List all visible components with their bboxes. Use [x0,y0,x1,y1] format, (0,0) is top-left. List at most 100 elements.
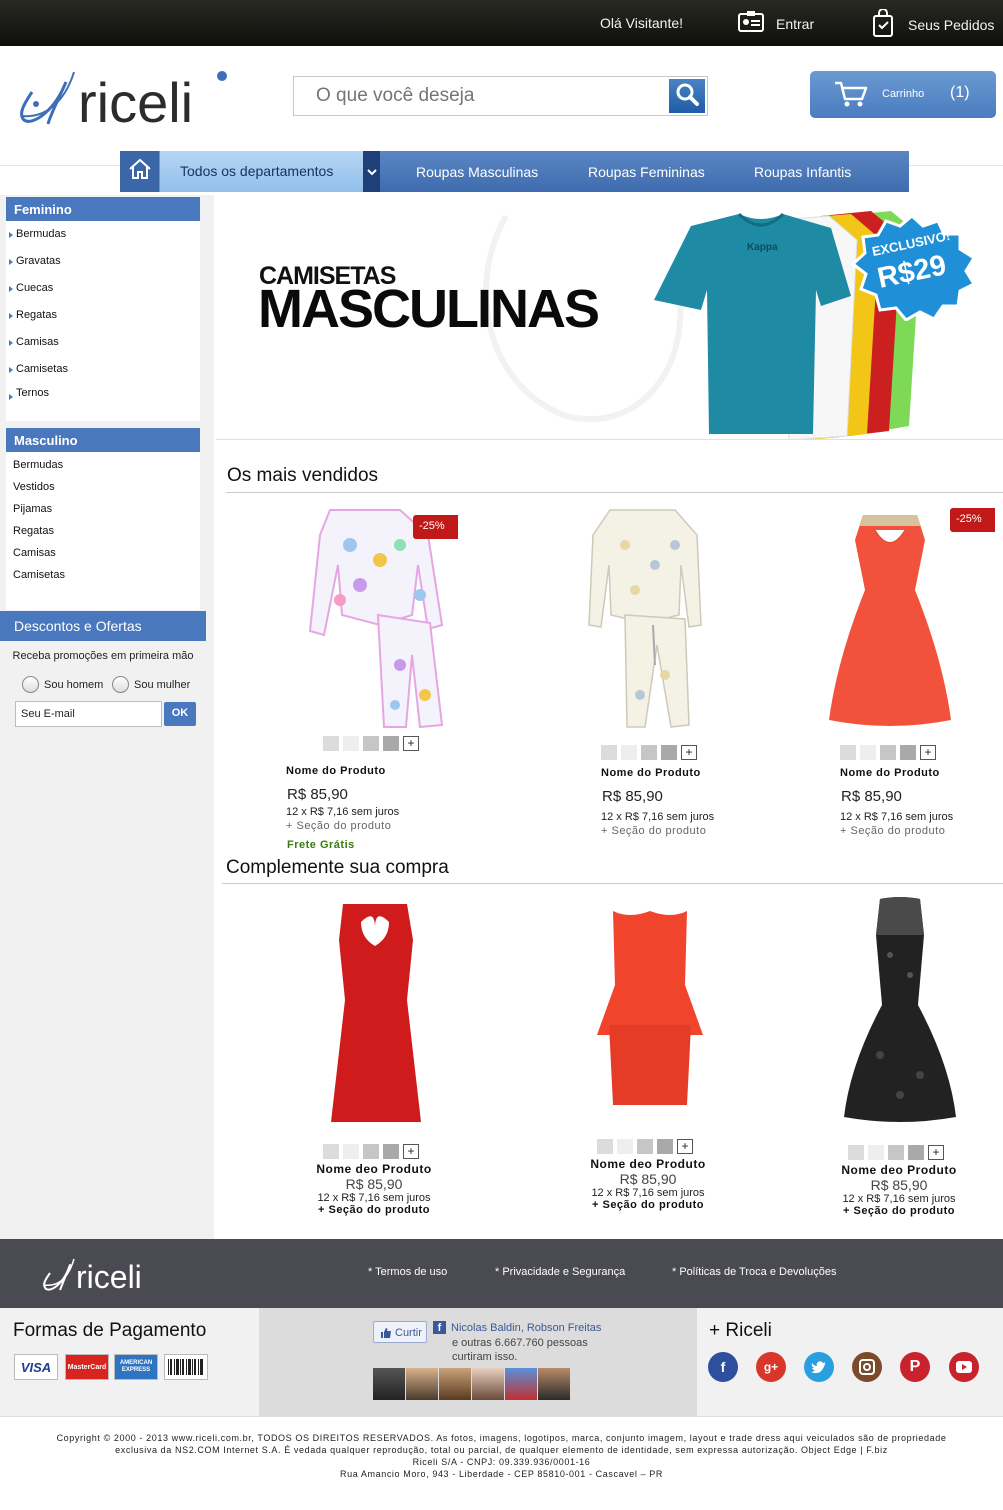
search-input[interactable] [294,77,664,115]
sidebar-item-camisetas[interactable]: Camisetas [6,566,200,588]
more-colors-button[interactable]: + [928,1145,944,1160]
product-section-link[interactable]: + Seção do produto [840,825,945,837]
color-swatch[interactable] [637,1139,653,1154]
fb-like-button[interactable]: Curtir [373,1321,427,1343]
footer-link-termos[interactable]: * Termos de uso [368,1266,447,1278]
riceli-logo[interactable]: riceli [14,64,234,135]
color-swatch[interactable] [860,745,876,760]
color-swatch[interactable] [617,1139,633,1154]
product-image[interactable] [595,905,705,1115]
all-departments-button[interactable]: Todos os departamentos [160,151,363,192]
ok-button[interactable]: OK [164,702,196,726]
twitter-icon[interactable] [804,1352,834,1382]
color-swatch[interactable] [880,745,896,760]
product-image[interactable] [825,510,955,730]
product-name[interactable]: Nome do Produto [286,765,386,777]
color-swatch[interactable] [597,1139,613,1154]
color-swatch[interactable] [868,1145,884,1160]
gender-female-radio[interactable]: Sou mulher [112,676,190,693]
footer-logo[interactable]: riceli [40,1255,160,1298]
promo-banner[interactable]: CAMISETAS MASCULINAS Kappa EXCLUSIVO! R$… [216,196,1003,440]
footer-link-privacidade[interactable]: * Privacidade e Segurança [495,1266,625,1278]
color-swatch[interactable] [621,745,637,760]
sidebar-item-gravatas[interactable]: Gravatas [6,252,200,279]
sidebar-item-camisas[interactable]: Camisas [6,333,200,360]
fb-friends-names[interactable]: Nicolas Baldin, Robson Freitas [451,1322,601,1334]
instagram-icon[interactable] [852,1352,882,1382]
radio-circle[interactable] [22,676,39,693]
sidebar-item-bermudas[interactable]: Bermudas [6,456,200,478]
search-box [293,76,708,116]
product-name[interactable]: Nome deo Produto [284,1162,464,1176]
more-colors-button[interactable]: + [677,1139,693,1154]
orders-link[interactable]: Seus Pedidos [872,8,994,40]
color-swatch[interactable] [908,1145,924,1160]
more-colors-button[interactable]: + [920,745,936,760]
product-name[interactable]: Nome deo Produto [809,1163,989,1177]
home-button[interactable] [120,151,160,192]
sidebar-item-vestidos[interactable]: Vestidos [6,478,200,500]
sidebar-item-regatas[interactable]: Regatas [6,306,200,333]
nav-item-roupas-femininas[interactable]: Roupas Femininas [588,164,705,180]
more-colors-button[interactable]: + [403,736,419,751]
product-name[interactable]: Nome do Produto [601,767,701,779]
color-swatch[interactable] [323,736,339,751]
color-swatch[interactable] [601,745,617,760]
product-section-link[interactable]: + Seção do produto [601,825,706,837]
sidebar-item-regatas[interactable]: Regatas [6,522,200,544]
email-field[interactable]: Seu E-mail [15,701,162,727]
color-swatch[interactable] [888,1145,904,1160]
product-name[interactable]: Nome do Produto [840,767,940,779]
color-swatch[interactable] [363,1144,379,1159]
product-image[interactable] [840,895,960,1125]
color-swatch[interactable] [661,745,677,760]
facebook-icon[interactable]: f [708,1352,738,1382]
nav-item-roupas-infantis[interactable]: Roupas Infantis [754,164,851,180]
avatar[interactable] [373,1368,405,1400]
product-section-link[interactable]: + Seção do produto [558,1199,738,1211]
radio-circle[interactable] [112,676,129,693]
footer-link-trocas[interactable]: * Políticas de Troca e Devoluções [672,1266,836,1278]
youtube-icon[interactable] [949,1352,979,1382]
product-image[interactable] [325,900,425,1130]
sidebar-item-ternos[interactable]: Ternos [6,387,200,409]
google-plus-icon[interactable]: g+ [756,1352,786,1382]
product-section-link[interactable]: + Seção do produto [286,820,391,832]
product-section-link[interactable]: + Seção do produto [284,1204,464,1216]
avatar[interactable] [472,1368,504,1400]
departments-dropdown[interactable] [363,151,380,192]
color-swatch[interactable] [383,1144,399,1159]
color-swatch[interactable] [383,736,399,751]
sidebar-item-pijamas[interactable]: Pijamas [6,500,200,522]
color-swatch[interactable] [363,736,379,751]
cart-button[interactable]: Carrinho (1) [810,71,996,118]
avatar[interactable] [406,1368,438,1400]
color-swatch[interactable] [343,736,359,751]
more-colors-button[interactable]: + [403,1144,419,1159]
nav-item-roupas-masculinas[interactable]: Roupas Masculinas [416,164,538,180]
sidebar-item-bermudas[interactable]: Bermudas [6,225,200,252]
product-image[interactable] [585,505,705,730]
color-swatch[interactable] [657,1139,673,1154]
gender-male-radio[interactable]: Sou homem [22,676,103,693]
color-swatch[interactable] [900,745,916,760]
pinterest-icon[interactable]: P [900,1352,930,1382]
amex-card: AMERICAN EXPRESS [114,1354,158,1380]
avatar[interactable] [538,1368,570,1400]
sidebar-item-camisetas[interactable]: Camisetas [6,360,200,387]
more-colors-button[interactable]: + [681,745,697,760]
avatar[interactable] [439,1368,471,1400]
color-swatch[interactable] [323,1144,339,1159]
product-section-link[interactable]: + Seção do produto [809,1205,989,1217]
social-links: + Riceli f g+ P [697,1308,1003,1416]
color-swatch[interactable] [848,1145,864,1160]
color-swatch[interactable] [641,745,657,760]
product-name[interactable]: Nome deo Produto [558,1157,738,1171]
color-swatch[interactable] [343,1144,359,1159]
sidebar-item-camisas[interactable]: Camisas [6,544,200,566]
login-link[interactable]: Entrar [738,11,814,36]
search-button[interactable] [669,79,705,113]
avatar[interactable] [505,1368,537,1400]
color-swatch[interactable] [840,745,856,760]
sidebar-item-cuecas[interactable]: Cuecas [6,279,200,306]
